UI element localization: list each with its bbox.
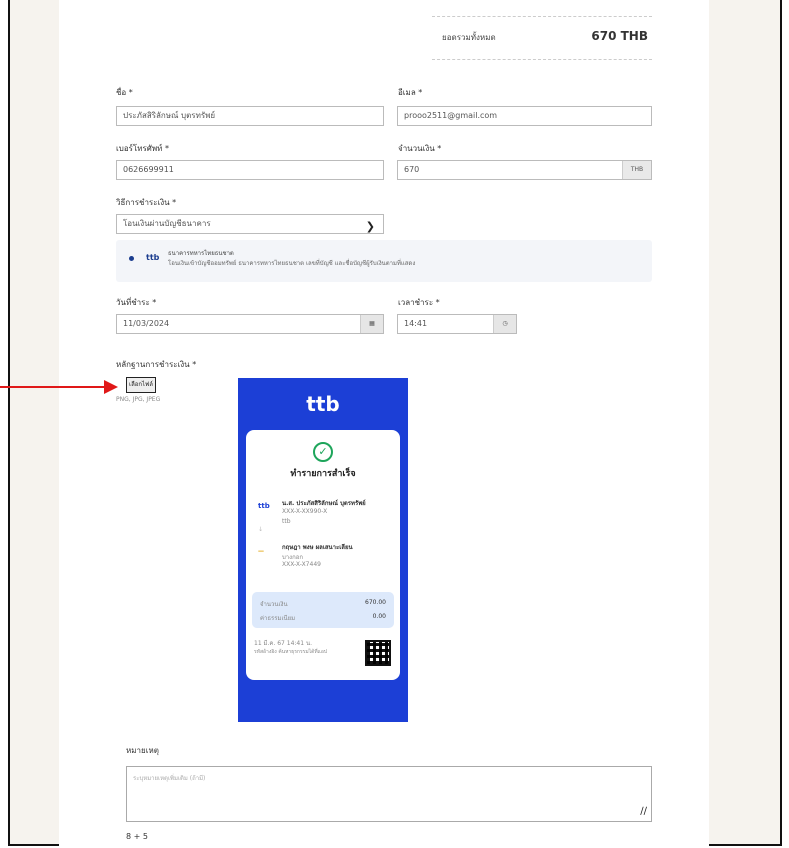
clock-icon[interactable]: ◷ [493, 315, 516, 333]
email-input[interactable]: prooo2511@gmail.com [397, 106, 652, 126]
chevron-down-icon: ❯ [365, 220, 375, 233]
receipt-datetime: 11 มี.ค. 67 14:41 น. [254, 640, 312, 647]
to-name: กฤษฎา พงษ ผลเสนาะเลียน [282, 544, 353, 551]
date-value: 11/03/2024 [123, 319, 170, 328]
phone-input[interactable]: 0626699911 [116, 160, 384, 180]
time-label: เวลาชำระ * [398, 298, 440, 307]
receipt-amount-label: จำนวนเงิน [260, 601, 288, 608]
notes-placeholder: ระบุหมายเหตุเพิ่มเติม (ถ้ามี) [133, 775, 206, 782]
amount-label: จำนวนเงิน * [398, 144, 442, 153]
payment-method-select[interactable]: โอนเงินผ่านบัญชีธนาคาร ❯ [116, 214, 384, 234]
bank-info-note: ttb ธนาคารทหารไทยธนชาต โอนเงินเข้าบัญชีอ… [116, 240, 652, 282]
receipt-amount-value: 670.00 [365, 599, 386, 606]
amount-input[interactable]: 670 THB [397, 160, 652, 180]
receipt-fee-value: 0.00 [372, 613, 386, 620]
upload-hint: PNG, JPG, JPEG [116, 396, 161, 403]
choose-file-button[interactable]: เลือกไฟล์ [126, 377, 156, 393]
calendar-icon[interactable]: ▦ [360, 315, 383, 333]
date-label: วันที่ชำระ * [116, 298, 157, 307]
to-bank-icon: — [258, 548, 264, 555]
resize-handle-icon[interactable]: ∕∕ [640, 806, 647, 817]
from-account: XXX-X-XX990-X [282, 508, 328, 515]
email-value: prooo2511@gmail.com [404, 111, 498, 120]
receipt-status: ทำรายการสำเร็จ [290, 469, 356, 479]
bank-note-text: โอนเงินเข้าบัญชีออมทรัพย์ ธนาคารทหารไทยธ… [168, 260, 416, 267]
from-sub: ttb [282, 518, 291, 525]
receipt-card: ✓ ทำรายการสำเร็จ ttb น.ส. ประภัสสิริลักษ… [246, 430, 400, 680]
notes-label: หมายเหตุ [126, 746, 159, 755]
annotation-arrow-shaft [0, 386, 112, 388]
name-input[interactable]: ประภัสสิริลักษณ์ บุตรทรัพย์ [116, 106, 384, 126]
date-input[interactable]: 11/03/2024 ▦ [116, 314, 384, 334]
transfer-arrow-icon: ↓ [258, 526, 264, 533]
from-bank-logo: ttb [258, 502, 270, 510]
qr-code-icon [365, 640, 391, 666]
amount-box: จำนวนเงิน 670.00 ค่าธรรมเนียม 0.00 [252, 592, 394, 628]
proof-label: หลักฐานการชำระเงิน * [116, 360, 197, 369]
radio-dot-icon [129, 256, 134, 261]
from-name: น.ส. ประภัสสิริลักษณ์ บุตรทรัพย์ [282, 500, 366, 507]
amount-value: 670 [404, 165, 420, 174]
success-check-icon: ✓ [313, 442, 333, 462]
notes-textarea[interactable]: ระบุหมายเหตุเพิ่มเติม (ถ้ามี) ∕∕ [126, 766, 652, 822]
to-account: XXX-X-X7449 [282, 561, 321, 568]
receipt-fee-label: ค่าธรรมเนียม [260, 615, 296, 622]
phone-label: เบอร์โทรศัพท์ * [116, 144, 169, 153]
email-label: อีเมล * [398, 88, 423, 97]
time-input[interactable]: 14:41 ◷ [397, 314, 517, 334]
receipt-ttb-logo: ttb [306, 392, 340, 416]
captcha-question: 8 + 5 [126, 832, 148, 841]
ttb-logo: ttb [146, 253, 160, 262]
currency-addon: THB [622, 161, 651, 179]
phone-value: 0626699911 [123, 165, 174, 174]
name-value: ประภัสสิริลักษณ์ บุตรทรัพย์ [123, 111, 216, 120]
receipt-ref: รหัสอ้างอิง ค้นหาธุรกรรมได้ที่แอป [254, 649, 328, 655]
annotation-arrow-head-icon [104, 380, 118, 394]
method-value: โอนเงินผ่านบัญชีธนาคาร [123, 219, 211, 228]
time-value: 14:41 [404, 319, 428, 328]
bank-note-title: ธนาคารทหารไทยธนชาต [168, 250, 234, 257]
total-label: ยอดรวมทั้งหมด [442, 33, 496, 42]
order-total: ยอดรวมทั้งหมด 670 THB [432, 16, 652, 60]
total-value: 670 THB [591, 29, 648, 43]
receipt-preview-image: ttb ✓ ทำรายการสำเร็จ ttb น.ส. ประภัสสิริ… [238, 378, 408, 722]
method-label: วิธีการชำระเงิน * [116, 198, 177, 207]
name-label: ชื่อ * [116, 88, 133, 97]
